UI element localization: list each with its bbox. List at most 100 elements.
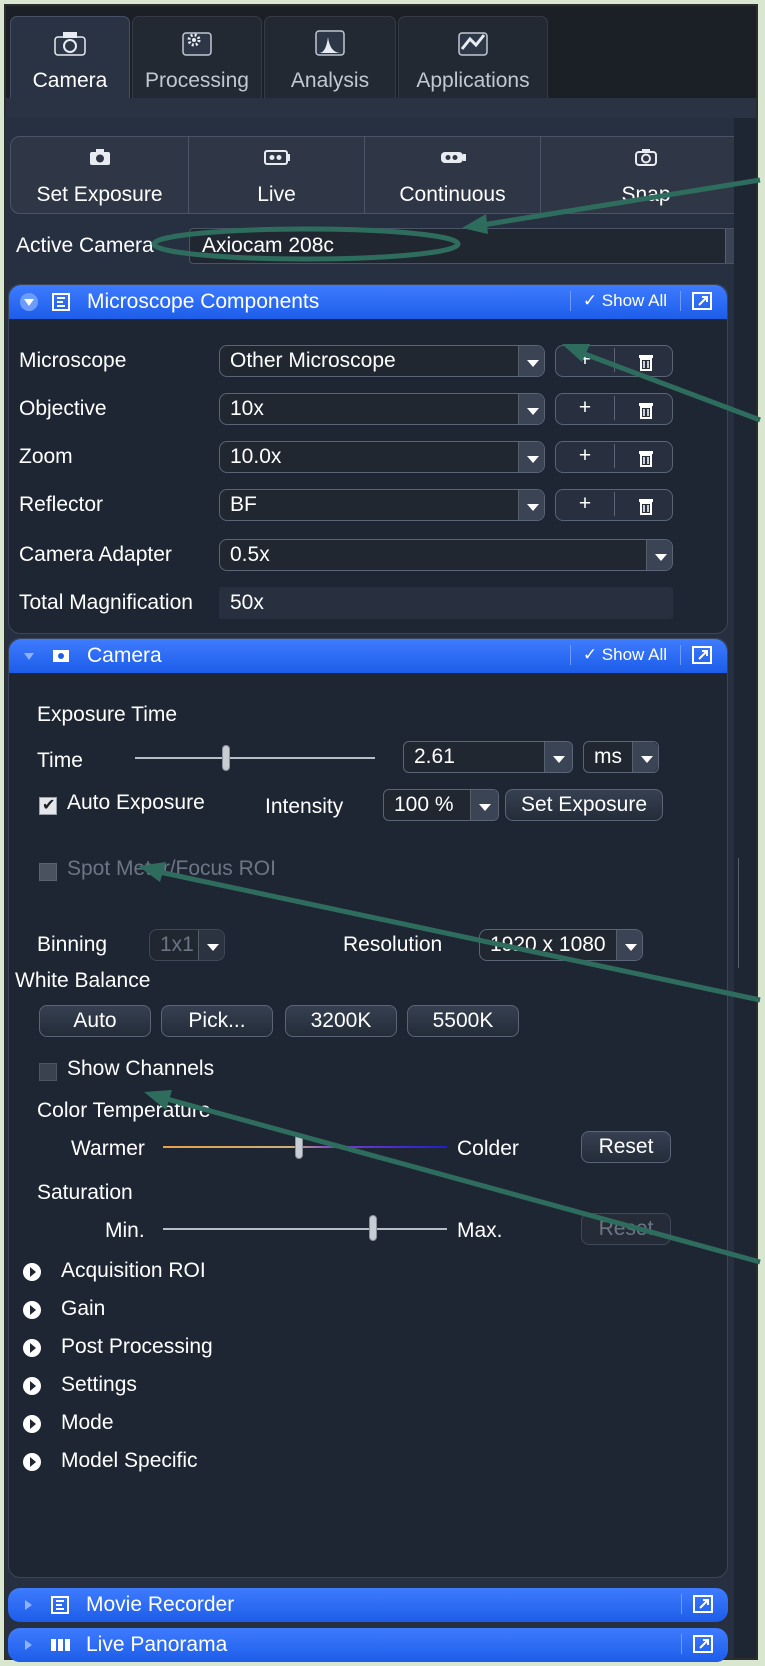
wb-3200k-button[interactable]: 3200K	[285, 1005, 397, 1037]
set-exposure-panel-button[interactable]: Set Exposure	[505, 789, 663, 821]
tab-processing[interactable]: Processing	[132, 16, 262, 98]
saturation-slider[interactable]	[163, 1228, 447, 1230]
reflector-label: Reflector	[19, 493, 104, 516]
auto-exposure-checkbox[interactable]: ✔	[39, 797, 57, 815]
saturation-slider-thumb[interactable]	[369, 1215, 378, 1241]
tab-label: Camera	[32, 69, 108, 92]
chevron-down-icon[interactable]	[518, 442, 544, 472]
color-temperature-slider-thumb[interactable]	[295, 1133, 304, 1159]
exposure-time-heading: Exposure Time	[37, 703, 178, 726]
microscope-add-remove[interactable]: +	[555, 345, 673, 377]
binning-value: 1x1	[160, 933, 194, 956]
movie-recorder-header[interactable]: Movie Recorder	[8, 1588, 728, 1622]
set-exposure-button[interactable]: Set Exposure	[11, 137, 189, 213]
resolution-select[interactable]: 1920 x 1080	[479, 929, 643, 961]
detach-icon[interactable]	[680, 645, 713, 665]
acquisition-toolbar: Set Exposure Live Continuous Snap	[10, 136, 750, 214]
expand-arrow-icon[interactable]	[18, 1635, 38, 1655]
chevron-down-icon[interactable]	[632, 742, 658, 772]
expand-arrow-icon[interactable]	[18, 1595, 38, 1615]
add-button[interactable]: +	[556, 348, 615, 372]
camera-header[interactable]: Camera ✓ Show All	[9, 639, 727, 673]
exposure-time-slider-thumb[interactable]	[222, 745, 231, 771]
intensity-label: Intensity	[265, 795, 344, 818]
check-icon: ✔	[42, 797, 56, 814]
chevron-down-icon[interactable]	[646, 540, 672, 570]
add-button[interactable]: +	[556, 444, 615, 468]
reflector-select[interactable]: BF	[219, 489, 545, 521]
trash-icon[interactable]	[638, 353, 654, 371]
saturation-reset-button[interactable]: Reset	[581, 1213, 671, 1245]
color-temp-reset-button[interactable]: Reset	[581, 1131, 671, 1163]
wb-pick-button[interactable]: Pick...	[161, 1005, 273, 1037]
collapse-arrow-icon[interactable]	[19, 292, 39, 312]
zoom-select[interactable]: 10.0x	[219, 441, 545, 473]
microscope-select[interactable]: Other Microscope	[219, 345, 545, 377]
collapse-arrow-icon[interactable]	[19, 646, 39, 666]
live-button[interactable]: Live	[189, 137, 365, 213]
panorama-icon	[51, 1639, 70, 1651]
spin-icon[interactable]	[470, 790, 498, 820]
zoom-add-remove[interactable]: +	[555, 441, 673, 473]
show-channels-checkbox[interactable]	[39, 1063, 57, 1081]
applications-icon	[458, 32, 488, 56]
add-button[interactable]: +	[556, 396, 615, 420]
resolution-value: 1920 x 1080	[490, 933, 606, 956]
tab-label: Applications	[416, 69, 530, 92]
camera-adapter-label: Camera Adapter	[19, 543, 172, 566]
detach-icon[interactable]	[680, 291, 713, 311]
reflector-add-remove[interactable]: +	[555, 489, 673, 521]
active-camera-select[interactable]: Axiocam 208c	[189, 228, 752, 264]
expand-arrow-icon	[23, 1301, 41, 1319]
button-label: Live	[257, 183, 296, 206]
trash-icon[interactable]	[638, 449, 654, 467]
expand-arrow-icon	[23, 1263, 41, 1281]
spin-icon[interactable]	[544, 742, 572, 772]
microscope-components-header[interactable]: Microscope Components ✓ Show All	[9, 285, 727, 319]
wb-5500k-button[interactable]: 5500K	[407, 1005, 519, 1037]
spot-meter-label: Spot Meter/Focus ROI	[67, 857, 276, 880]
chevron-down-icon[interactable]	[616, 930, 642, 960]
tab-applications[interactable]: Applications	[398, 16, 548, 98]
detach-icon[interactable]	[681, 1594, 714, 1614]
live-panorama-header[interactable]: Live Panorama	[8, 1628, 728, 1662]
chevron-down-icon[interactable]	[198, 930, 224, 960]
intensity-input[interactable]: 100 %	[383, 789, 499, 821]
colder-label: Colder	[457, 1137, 519, 1160]
tab-analysis[interactable]: Analysis	[264, 16, 396, 98]
auto-exposure-label: Auto Exposure	[67, 791, 205, 814]
show-all-label: Show All	[601, 291, 667, 310]
snap-button[interactable]: Snap	[541, 137, 749, 213]
spot-meter-checkbox[interactable]	[39, 863, 57, 881]
binning-select[interactable]: 1x1	[149, 929, 225, 961]
objective-add-remove[interactable]: +	[555, 393, 673, 425]
exposure-time-input[interactable]: 2.61	[403, 741, 573, 773]
objective-select[interactable]: 10x	[219, 393, 545, 425]
chevron-down-icon[interactable]	[518, 394, 544, 424]
camera-adapter-value: 0.5x	[230, 543, 270, 566]
wb-auto-button[interactable]: Auto	[39, 1005, 151, 1037]
min-label: Min.	[105, 1219, 145, 1242]
live-camera-icon	[263, 150, 290, 165]
color-temperature-slider[interactable]	[163, 1146, 447, 1148]
time-unit-select[interactable]: ms	[583, 741, 659, 773]
show-all-toggle[interactable]: ✓ Show All	[569, 291, 667, 311]
total-magnification-label: Total Magnification	[19, 591, 193, 614]
chevron-down-icon[interactable]	[518, 346, 544, 376]
expand-arrow-icon	[23, 1339, 41, 1357]
trash-icon[interactable]	[638, 497, 654, 515]
microscope-components-panel: Microscope Components ✓ Show All Microsc…	[8, 284, 728, 634]
exposure-time-slider[interactable]	[135, 757, 375, 759]
detach-icon[interactable]	[681, 1634, 714, 1654]
continuous-button[interactable]: Continuous	[365, 137, 541, 213]
camera-adapter-select[interactable]: 0.5x	[219, 539, 673, 571]
zoom-value: 10.0x	[230, 445, 282, 468]
trash-icon[interactable]	[638, 401, 654, 419]
splitter-handle[interactable]	[738, 858, 753, 968]
tab-camera[interactable]: Camera	[10, 16, 130, 98]
chevron-down-icon[interactable]	[518, 490, 544, 520]
color-temperature-heading: Color Temperature	[37, 1099, 211, 1122]
add-button[interactable]: +	[556, 492, 615, 516]
side-splitter[interactable]	[734, 118, 756, 1658]
show-all-toggle[interactable]: ✓ Show All	[569, 645, 667, 665]
